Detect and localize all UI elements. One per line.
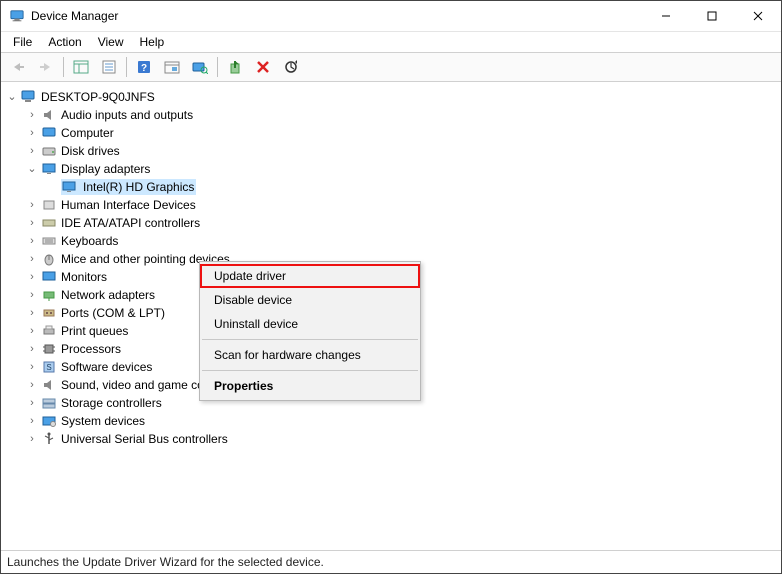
- scan-hardware-icon[interactable]: [187, 55, 213, 79]
- tree-root[interactable]: ⌄ DESKTOP-9Q0JNFS: [5, 88, 777, 106]
- display-icon: [41, 269, 57, 285]
- port-icon: [41, 305, 57, 321]
- keyboard-icon: [41, 233, 57, 249]
- display-icon: [41, 161, 57, 177]
- properties-sheet-icon[interactable]: [96, 55, 122, 79]
- menu-action[interactable]: Action: [40, 33, 89, 51]
- toolbar-separator: [126, 57, 127, 77]
- toolbar: ?: [1, 52, 781, 82]
- status-bar: Launches the Update Driver Wizard for th…: [1, 550, 781, 573]
- titlebar: Device Manager: [1, 1, 781, 32]
- chevron-down-icon[interactable]: ⌄: [25, 162, 39, 176]
- tree-item[interactable]: › IDE ATA/ATAPI controllers: [25, 214, 777, 232]
- tree-item[interactable]: › Audio inputs and outputs: [25, 106, 777, 124]
- audio-icon: [41, 377, 57, 393]
- forward-icon: [33, 55, 59, 79]
- printer-icon: [41, 323, 57, 339]
- chevron-right-icon[interactable]: ›: [25, 270, 39, 284]
- system-icon: [41, 413, 57, 429]
- mouse-icon: [41, 251, 57, 267]
- scan-changes-icon[interactable]: [278, 55, 304, 79]
- update-driver-icon[interactable]: [222, 55, 248, 79]
- chevron-right-icon[interactable]: ›: [25, 252, 39, 266]
- device-manager-window: Device Manager File Action View Help ? ⌄…: [0, 0, 782, 574]
- device-tree[interactable]: ⌄ DESKTOP-9Q0JNFS › Audio inputs and out…: [1, 82, 781, 550]
- chevron-right-icon[interactable]: ›: [25, 144, 39, 158]
- chevron-right-icon[interactable]: ›: [25, 198, 39, 212]
- chevron-down-icon[interactable]: ⌄: [5, 90, 19, 104]
- chevron-right-icon[interactable]: ›: [25, 288, 39, 302]
- ctx-uninstall-device[interactable]: Uninstall device: [200, 312, 420, 336]
- menu-help[interactable]: Help: [132, 33, 173, 51]
- disk-icon: [41, 143, 57, 159]
- chevron-right-icon[interactable]: ›: [25, 432, 39, 446]
- tree-item[interactable]: › Human Interface Devices: [25, 196, 777, 214]
- chevron-right-icon[interactable]: ›: [25, 234, 39, 248]
- context-menu: Update driver Disable device Uninstall d…: [199, 261, 421, 401]
- computer-icon: [41, 125, 57, 141]
- ctx-separator: [202, 339, 418, 340]
- toolbar-separator: [217, 57, 218, 77]
- back-icon: [5, 55, 31, 79]
- network-icon: [41, 287, 57, 303]
- chevron-right-icon[interactable]: ›: [25, 126, 39, 140]
- tree-item-display-adapters[interactable]: ⌄ Display adapters: [25, 160, 777, 178]
- chevron-right-icon[interactable]: ›: [25, 396, 39, 410]
- tree-item[interactable]: › Computer: [25, 124, 777, 142]
- ide-icon: [41, 215, 57, 231]
- app-icon: [9, 8, 25, 24]
- hid-icon: [41, 197, 57, 213]
- menu-file[interactable]: File: [5, 33, 40, 51]
- window-controls: [643, 1, 781, 31]
- chevron-right-icon[interactable]: ›: [25, 306, 39, 320]
- minimize-button[interactable]: [643, 1, 689, 31]
- software-icon: S: [41, 359, 57, 375]
- help-icon[interactable]: ?: [131, 55, 157, 79]
- chevron-right-icon[interactable]: ›: [25, 216, 39, 230]
- ctx-properties[interactable]: Properties: [200, 374, 420, 398]
- close-button[interactable]: [735, 1, 781, 31]
- chevron-right-icon[interactable]: ›: [25, 108, 39, 122]
- usb-icon: [41, 431, 57, 447]
- tree-item[interactable]: › System devices: [25, 412, 777, 430]
- tree-root-label: DESKTOP-9Q0JNFS: [41, 90, 155, 104]
- display-icon: [61, 179, 77, 195]
- tree-item[interactable]: › Disk drives: [25, 142, 777, 160]
- tree-item-intel-hd-graphics[interactable]: › Intel(R) HD Graphics: [45, 178, 777, 196]
- svg-text:S: S: [46, 363, 51, 372]
- cpu-icon: [41, 341, 57, 357]
- show-hidden-icon[interactable]: [159, 55, 185, 79]
- ctx-scan-hardware[interactable]: Scan for hardware changes: [200, 343, 420, 367]
- uninstall-device-icon[interactable]: [250, 55, 276, 79]
- ctx-update-driver[interactable]: Update driver: [200, 264, 420, 288]
- tree-item[interactable]: › Universal Serial Bus controllers: [25, 430, 777, 448]
- window-title: Device Manager: [31, 9, 643, 23]
- chevron-right-icon[interactable]: ›: [25, 378, 39, 392]
- chevron-right-icon[interactable]: ›: [25, 324, 39, 338]
- svg-text:?: ?: [141, 63, 147, 74]
- menubar: File Action View Help: [1, 32, 781, 52]
- tree-item[interactable]: › Keyboards: [25, 232, 777, 250]
- audio-icon: [41, 107, 57, 123]
- menu-view[interactable]: View: [90, 33, 132, 51]
- computer-icon: [21, 89, 37, 105]
- ctx-separator: [202, 370, 418, 371]
- show-hide-console-tree-icon[interactable]: [68, 55, 94, 79]
- status-text: Launches the Update Driver Wizard for th…: [7, 555, 324, 569]
- chevron-right-icon[interactable]: ›: [25, 360, 39, 374]
- maximize-button[interactable]: [689, 1, 735, 31]
- ctx-disable-device[interactable]: Disable device: [200, 288, 420, 312]
- toolbar-separator: [63, 57, 64, 77]
- storage-icon: [41, 395, 57, 411]
- chevron-right-icon[interactable]: ›: [25, 414, 39, 428]
- chevron-right-icon[interactable]: ›: [25, 342, 39, 356]
